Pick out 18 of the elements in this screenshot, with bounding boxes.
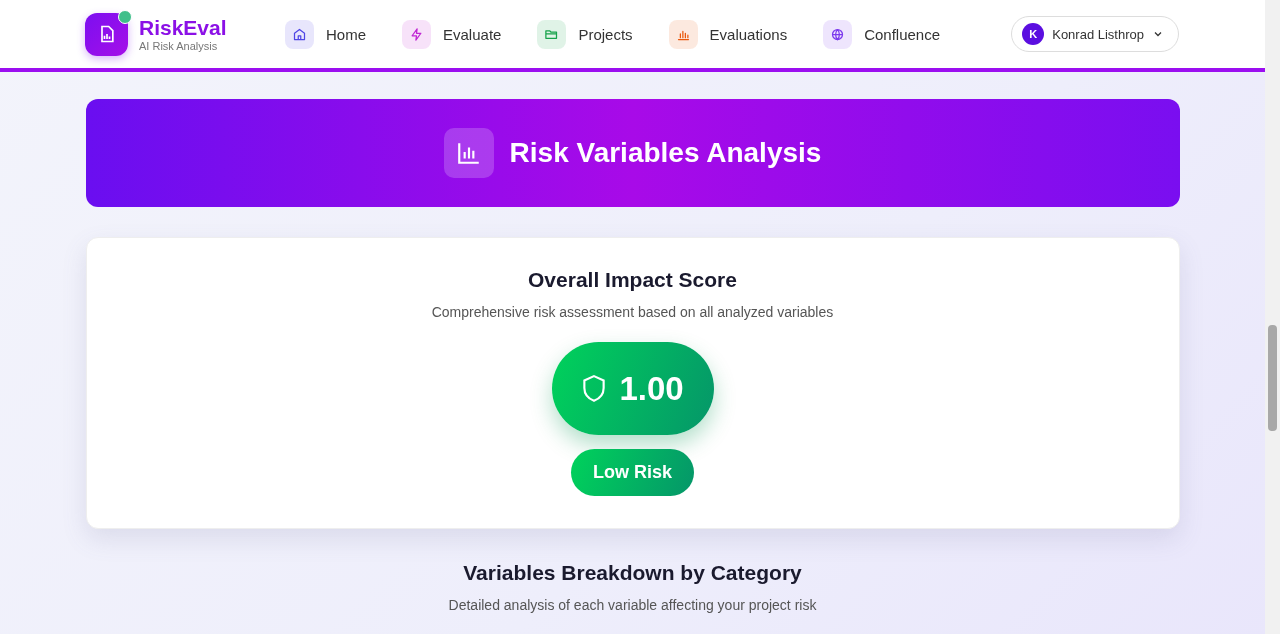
nav-link[interactable]: Home [285,19,366,49]
nav-link[interactable]: Evaluations [668,19,788,49]
risk-badge: Low Risk [571,449,694,496]
shield-icon [581,373,608,404]
brand-tagline: AI Risk Analysis [139,40,219,52]
user-avatar: K [1022,23,1045,45]
user-menu[interactable]: K Konrad Listhrop [1011,16,1179,52]
nav-link[interactable]: Confluence [823,19,941,49]
brand-name: RiskEval [139,16,228,40]
section-subtitle: Detailed analysis of each variable affecting your project risk [448,597,817,613]
nav-link[interactable]: Evaluate [402,19,502,49]
card-title: Overall Impact Score [528,268,737,292]
bar-chart-icon [443,128,494,178]
nav-link[interactable]: Projects [537,19,633,49]
section-title: Variables Breakdown by Category [463,561,802,585]
score-value: 1.00 [619,369,684,408]
card-subtitle: Comprehensive risk assessment based on all analyzed variables [431,304,834,320]
page-title: Risk Variables Analysis [509,137,822,169]
